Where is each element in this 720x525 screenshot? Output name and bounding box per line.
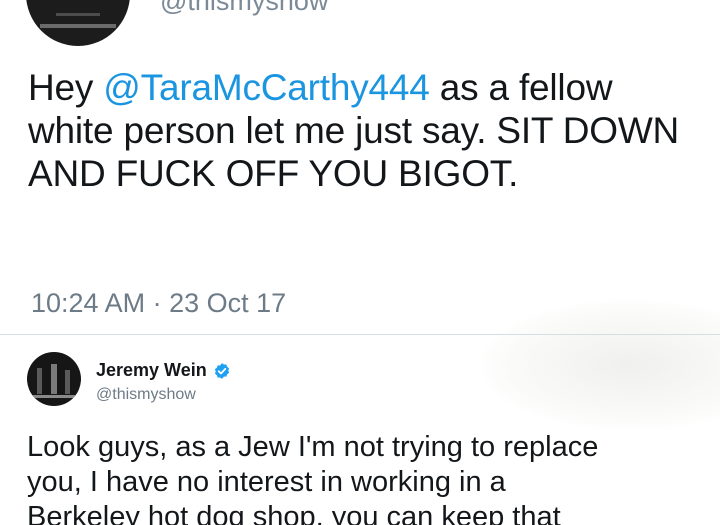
screenshot-page: @thismyshow Hey @TaraMcCarthy444 as a fe…: [0, 0, 720, 525]
quoted-author-row[interactable]: Jeremy Wein: [96, 360, 231, 381]
tweet-text-start: Hey: [28, 67, 104, 108]
avatar-detail: [56, 13, 100, 16]
quoted-author-name[interactable]: Jeremy Wein: [96, 360, 207, 381]
tweet-timestamp[interactable]: 10:24 AM · 23 Oct 17: [31, 288, 286, 319]
glare-overlay: [480, 300, 720, 430]
quoted-tweet-text: Look guys, as a Jew I'm not trying to re…: [27, 430, 717, 525]
avatar-detail: [37, 368, 42, 394]
mention-link[interactable]: @TaraMcCarthy444: [103, 67, 430, 108]
quoted-text-line: Look guys, as a Jew I'm not trying to re…: [27, 431, 599, 463]
author-handle[interactable]: @thismyshow: [160, 0, 328, 17]
quoted-author-handle[interactable]: @thismyshow: [96, 386, 196, 404]
quoted-text-line: Berkeley hot dog shop, you can keep that: [27, 501, 561, 525]
avatar-detail: [40, 24, 116, 28]
tweet-text: Hey @TaraMcCarthy444 as a fellow white p…: [28, 66, 688, 195]
avatar-detail: [33, 395, 75, 398]
verified-badge-icon: [214, 362, 229, 379]
avatar[interactable]: [26, 0, 130, 46]
divider: [0, 334, 720, 335]
quoted-avatar[interactable]: [27, 352, 81, 406]
avatar-detail: [65, 370, 70, 394]
quoted-text-line: you, I have no interest in working in a: [27, 466, 506, 498]
avatar-detail: [51, 364, 57, 394]
